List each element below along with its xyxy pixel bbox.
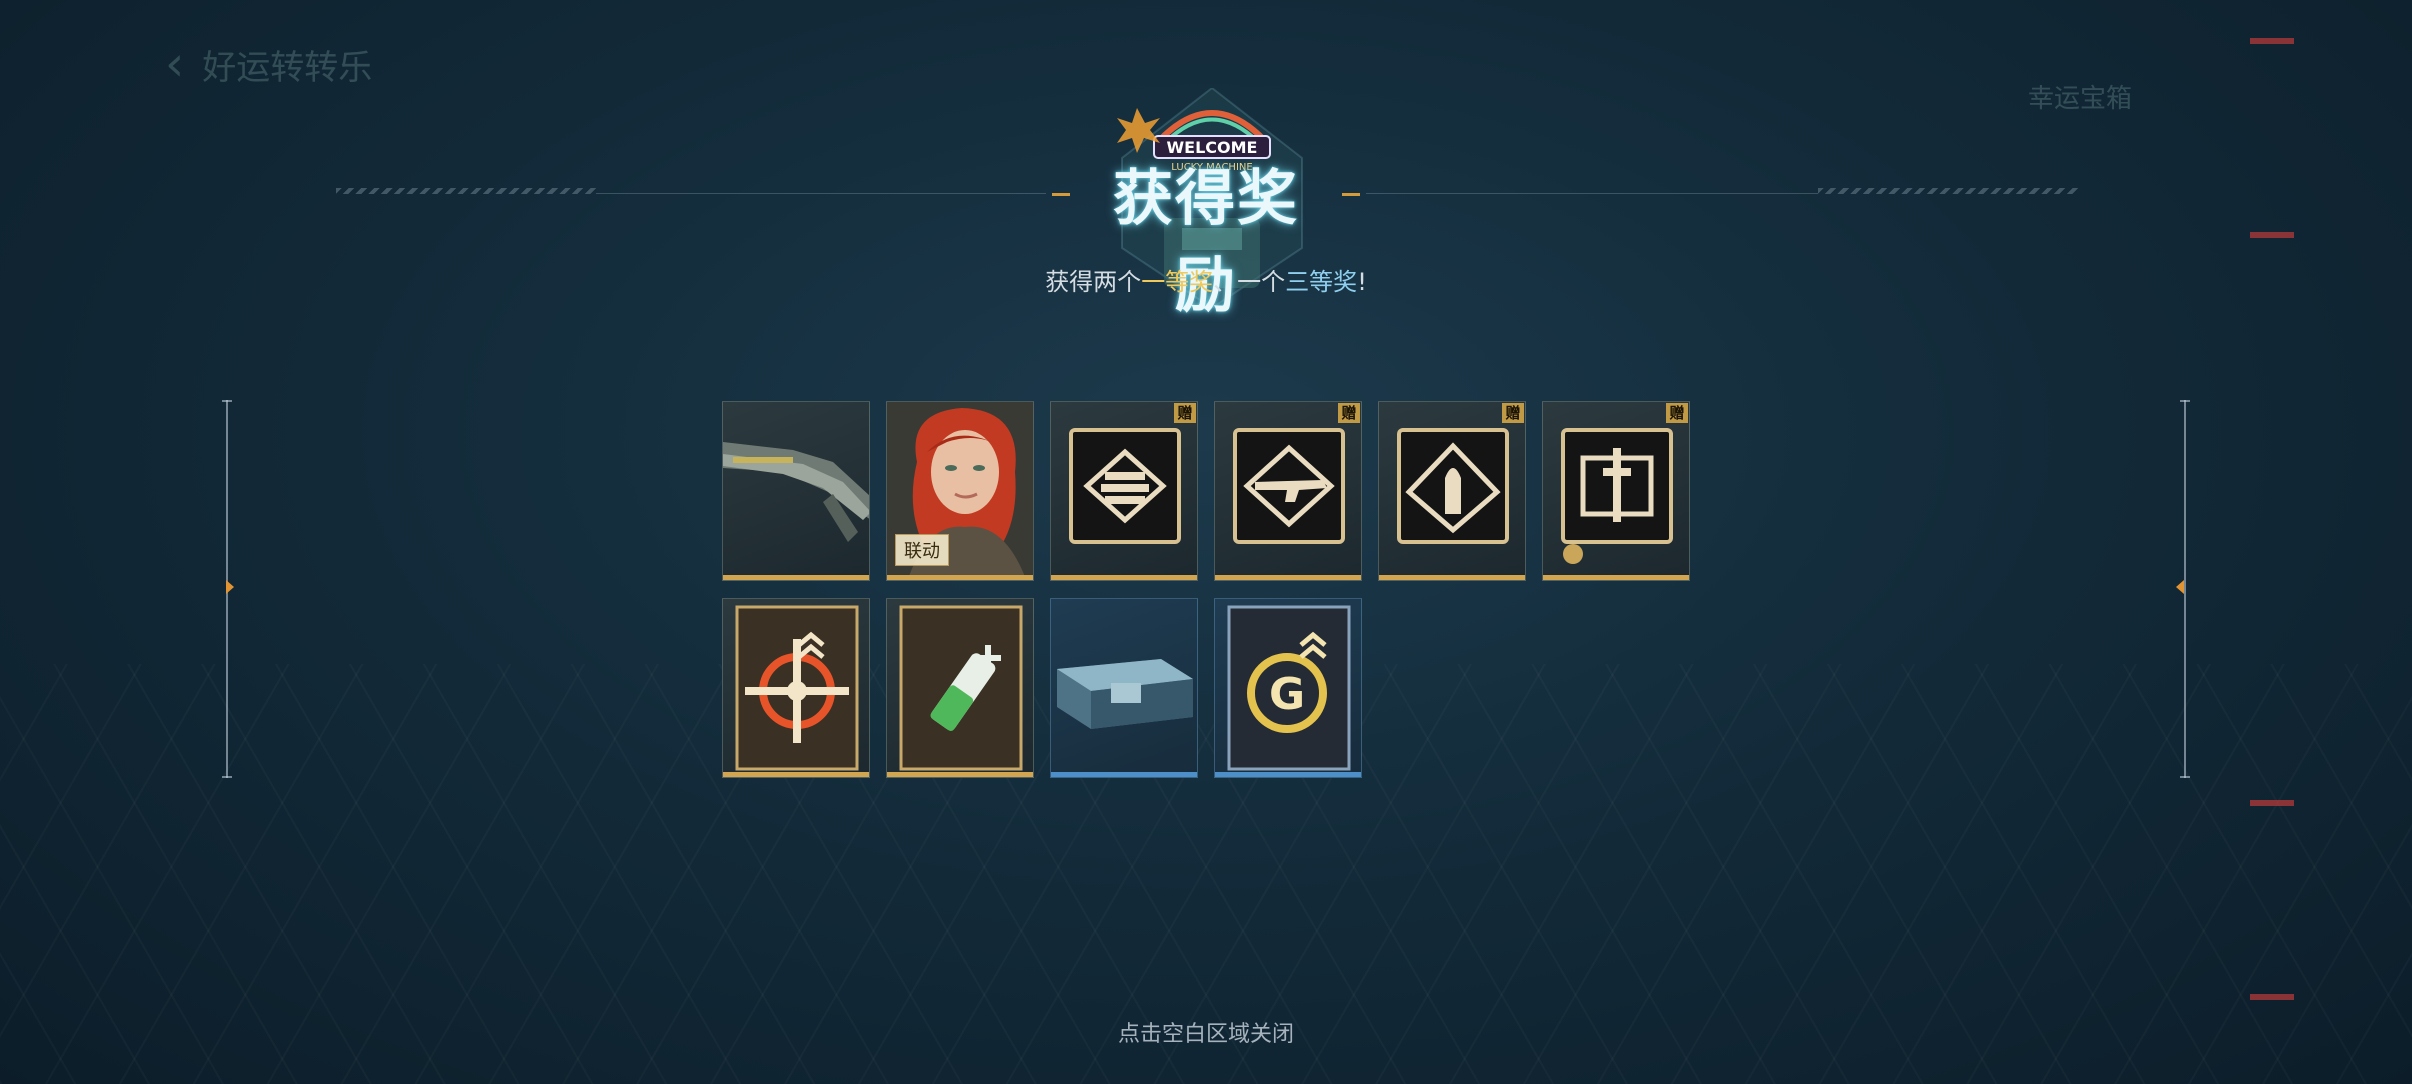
first-prize-text: 一等奖 [1141, 268, 1214, 296]
background-back-nav: ‹ 好运转转乐 [165, 36, 372, 92]
reward-item-ammo-emblem[interactable]: 赠 [1050, 401, 1198, 581]
header-divider-left [336, 188, 596, 194]
reward-item-stim[interactable] [886, 598, 1034, 778]
page-title: 获得奖励 [1113, 164, 1299, 321]
left-arrow-icon [226, 580, 234, 594]
summary-suffix: ! [1357, 268, 1367, 296]
background-right-label: 幸运宝箱 [2027, 84, 2132, 114]
reward-item-bullet-emblem[interactable]: 赠 [1378, 401, 1526, 581]
background-back-label: 好运转转乐 [202, 47, 373, 88]
close-hint[interactable]: 点击空白区域关闭 [1060, 1016, 1352, 1048]
title-dash-left [1052, 193, 1070, 196]
reward-item-syringe-emblem[interactable]: 赠 [1542, 401, 1690, 581]
gift-badge: 赠 [1502, 403, 1524, 423]
gift-badge: 赠 [1338, 403, 1360, 423]
third-prize-text: 三等奖 [1285, 268, 1358, 296]
gift-badge: 赠 [1666, 403, 1688, 423]
reward-item-g-coin[interactable]: G [1214, 598, 1362, 778]
right-arrow-icon [2176, 580, 2184, 594]
summary-prefix: 获得两个 [1045, 268, 1142, 296]
reward-item-character[interactable]: 联动 [886, 401, 1034, 581]
syringe-emblem-icon [1561, 428, 1673, 564]
header-line-left [596, 193, 1046, 194]
left-bracket [222, 400, 234, 778]
crosshair-upgrade-icon [735, 605, 859, 771]
ammo-emblem-icon [1069, 428, 1181, 544]
reward-item-rifle[interactable] [722, 401, 870, 581]
g-coin-upgrade-icon: G [1227, 605, 1351, 771]
reward-summary: 获得两个一等奖、一个三等奖! [1000, 262, 1412, 297]
collab-tag: 联动 [895, 534, 949, 566]
assault-rifle-emblem-icon [1233, 428, 1345, 544]
reward-item-crate[interactable] [1050, 598, 1198, 778]
red-marker [2250, 232, 2294, 238]
rifle-icon [723, 442, 869, 542]
right-bracket [2176, 400, 2190, 778]
supply-crate-icon [1057, 659, 1193, 729]
red-marker [2250, 994, 2294, 1000]
title-dash-right [1342, 193, 1360, 196]
gift-badge: 赠 [1174, 403, 1196, 423]
red-marker [2250, 800, 2294, 806]
header-line-right [1366, 193, 1818, 194]
svg-text:G: G [1269, 669, 1305, 720]
stim-upgrade-icon [899, 605, 1023, 771]
reward-item-rifle-emblem[interactable]: 赠 [1214, 401, 1362, 581]
back-arrow-icon: ‹ [165, 36, 185, 92]
header-divider-right [1818, 188, 2078, 194]
reward-item-crosshair[interactable] [722, 598, 870, 778]
bullet-emblem-icon [1397, 428, 1509, 544]
summary-sep: 、一个 [1213, 268, 1286, 296]
red-marker [2250, 38, 2294, 44]
